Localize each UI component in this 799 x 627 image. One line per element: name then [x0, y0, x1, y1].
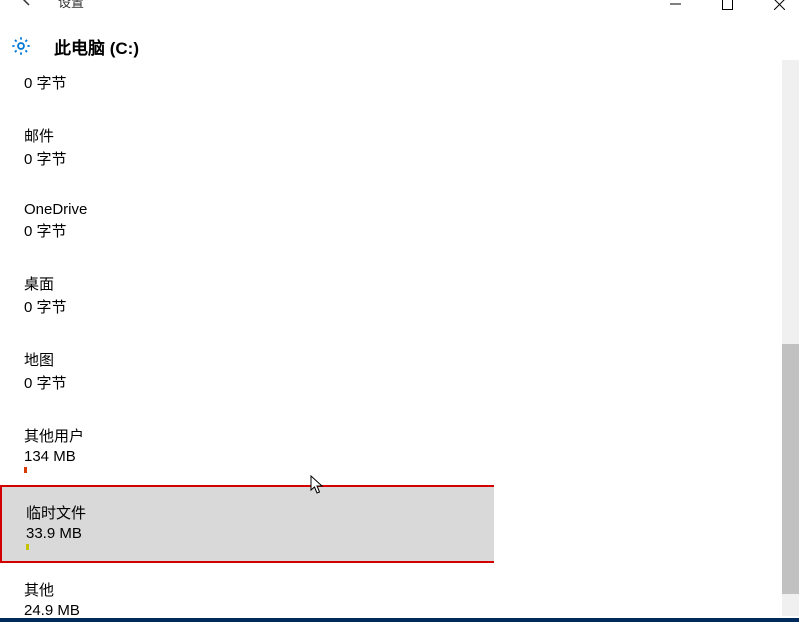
storage-item-name: 邮件: [24, 125, 799, 146]
storage-item-name: 桌面: [24, 273, 799, 294]
storage-item-desktop[interactable]: 桌面 0 字节: [24, 269, 799, 325]
storage-item-maps[interactable]: 地图 0 字节: [24, 345, 799, 401]
storage-item[interactable]: 0 字节: [24, 68, 799, 101]
storage-item-size: 0 字节: [24, 296, 799, 317]
storage-item-size: 0 字节: [24, 72, 799, 93]
storage-item-name: 其他: [24, 579, 799, 600]
window-title: 设置: [58, 0, 84, 11]
storage-item-mail[interactable]: 邮件 0 字节: [24, 121, 799, 177]
page-title: 此电脑 (C:): [54, 34, 139, 59]
storage-item-size: 24.9 MB: [24, 602, 799, 619]
usage-bar: [24, 467, 27, 473]
taskbar-edge: [0, 618, 799, 622]
gear-icon: [10, 35, 32, 57]
minimize-button[interactable]: [655, 0, 695, 14]
back-button[interactable]: [22, 0, 38, 11]
scrollbar[interactable]: [782, 60, 799, 616]
page-header: 此电脑 (C:): [0, 12, 799, 62]
storage-item-size: 33.9 MB: [26, 525, 494, 542]
maximize-button[interactable]: [707, 0, 747, 14]
close-button[interactable]: [759, 0, 799, 14]
storage-item-name: 地图: [24, 349, 799, 370]
storage-item-other-users[interactable]: 其他用户 134 MB: [24, 421, 799, 481]
storage-item-size: 0 字节: [24, 372, 799, 393]
storage-item-name: 其他用户: [24, 425, 799, 446]
usage-bar: [26, 544, 29, 550]
scroll-thumb[interactable]: [782, 344, 799, 594]
storage-item-size: 134 MB: [24, 448, 799, 465]
storage-item-onedrive[interactable]: OneDrive 0 字节: [24, 197, 799, 249]
storage-item-size: 0 字节: [24, 220, 799, 241]
storage-item-name: OneDrive: [24, 201, 799, 218]
storage-item-name: 临时文件: [26, 502, 494, 523]
storage-item-temp-files[interactable]: 临时文件 33.9 MB: [0, 485, 494, 563]
storage-item-size: 0 字节: [24, 148, 799, 169]
